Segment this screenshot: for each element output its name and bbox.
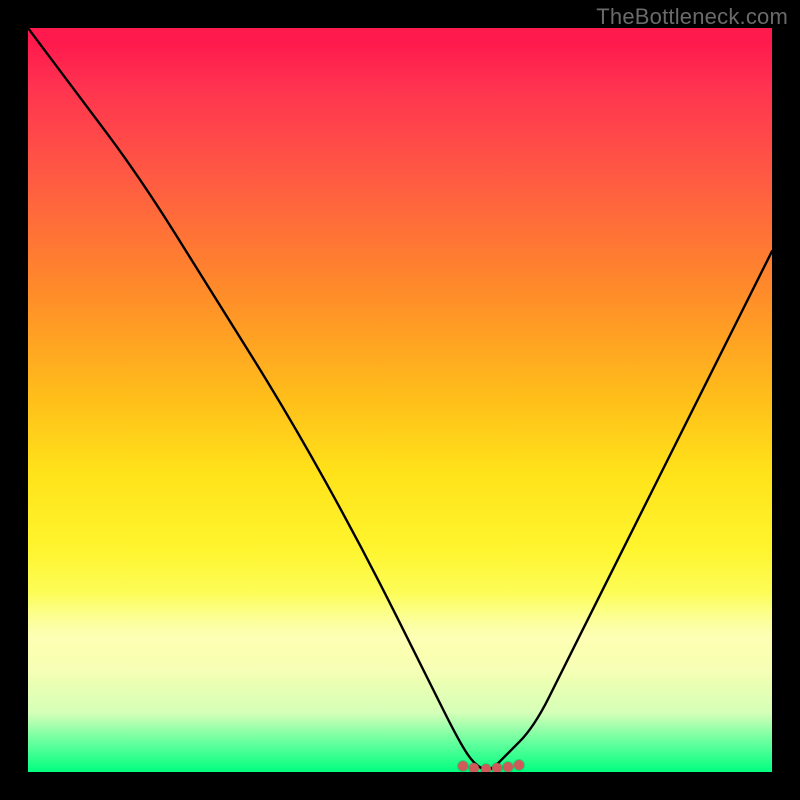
bottleneck-curve-svg (28, 28, 772, 772)
attribution-text: TheBottleneck.com (596, 4, 788, 30)
plot-area (28, 28, 772, 772)
chart-frame: TheBottleneck.com (0, 0, 800, 800)
bottleneck-curve (28, 28, 772, 770)
